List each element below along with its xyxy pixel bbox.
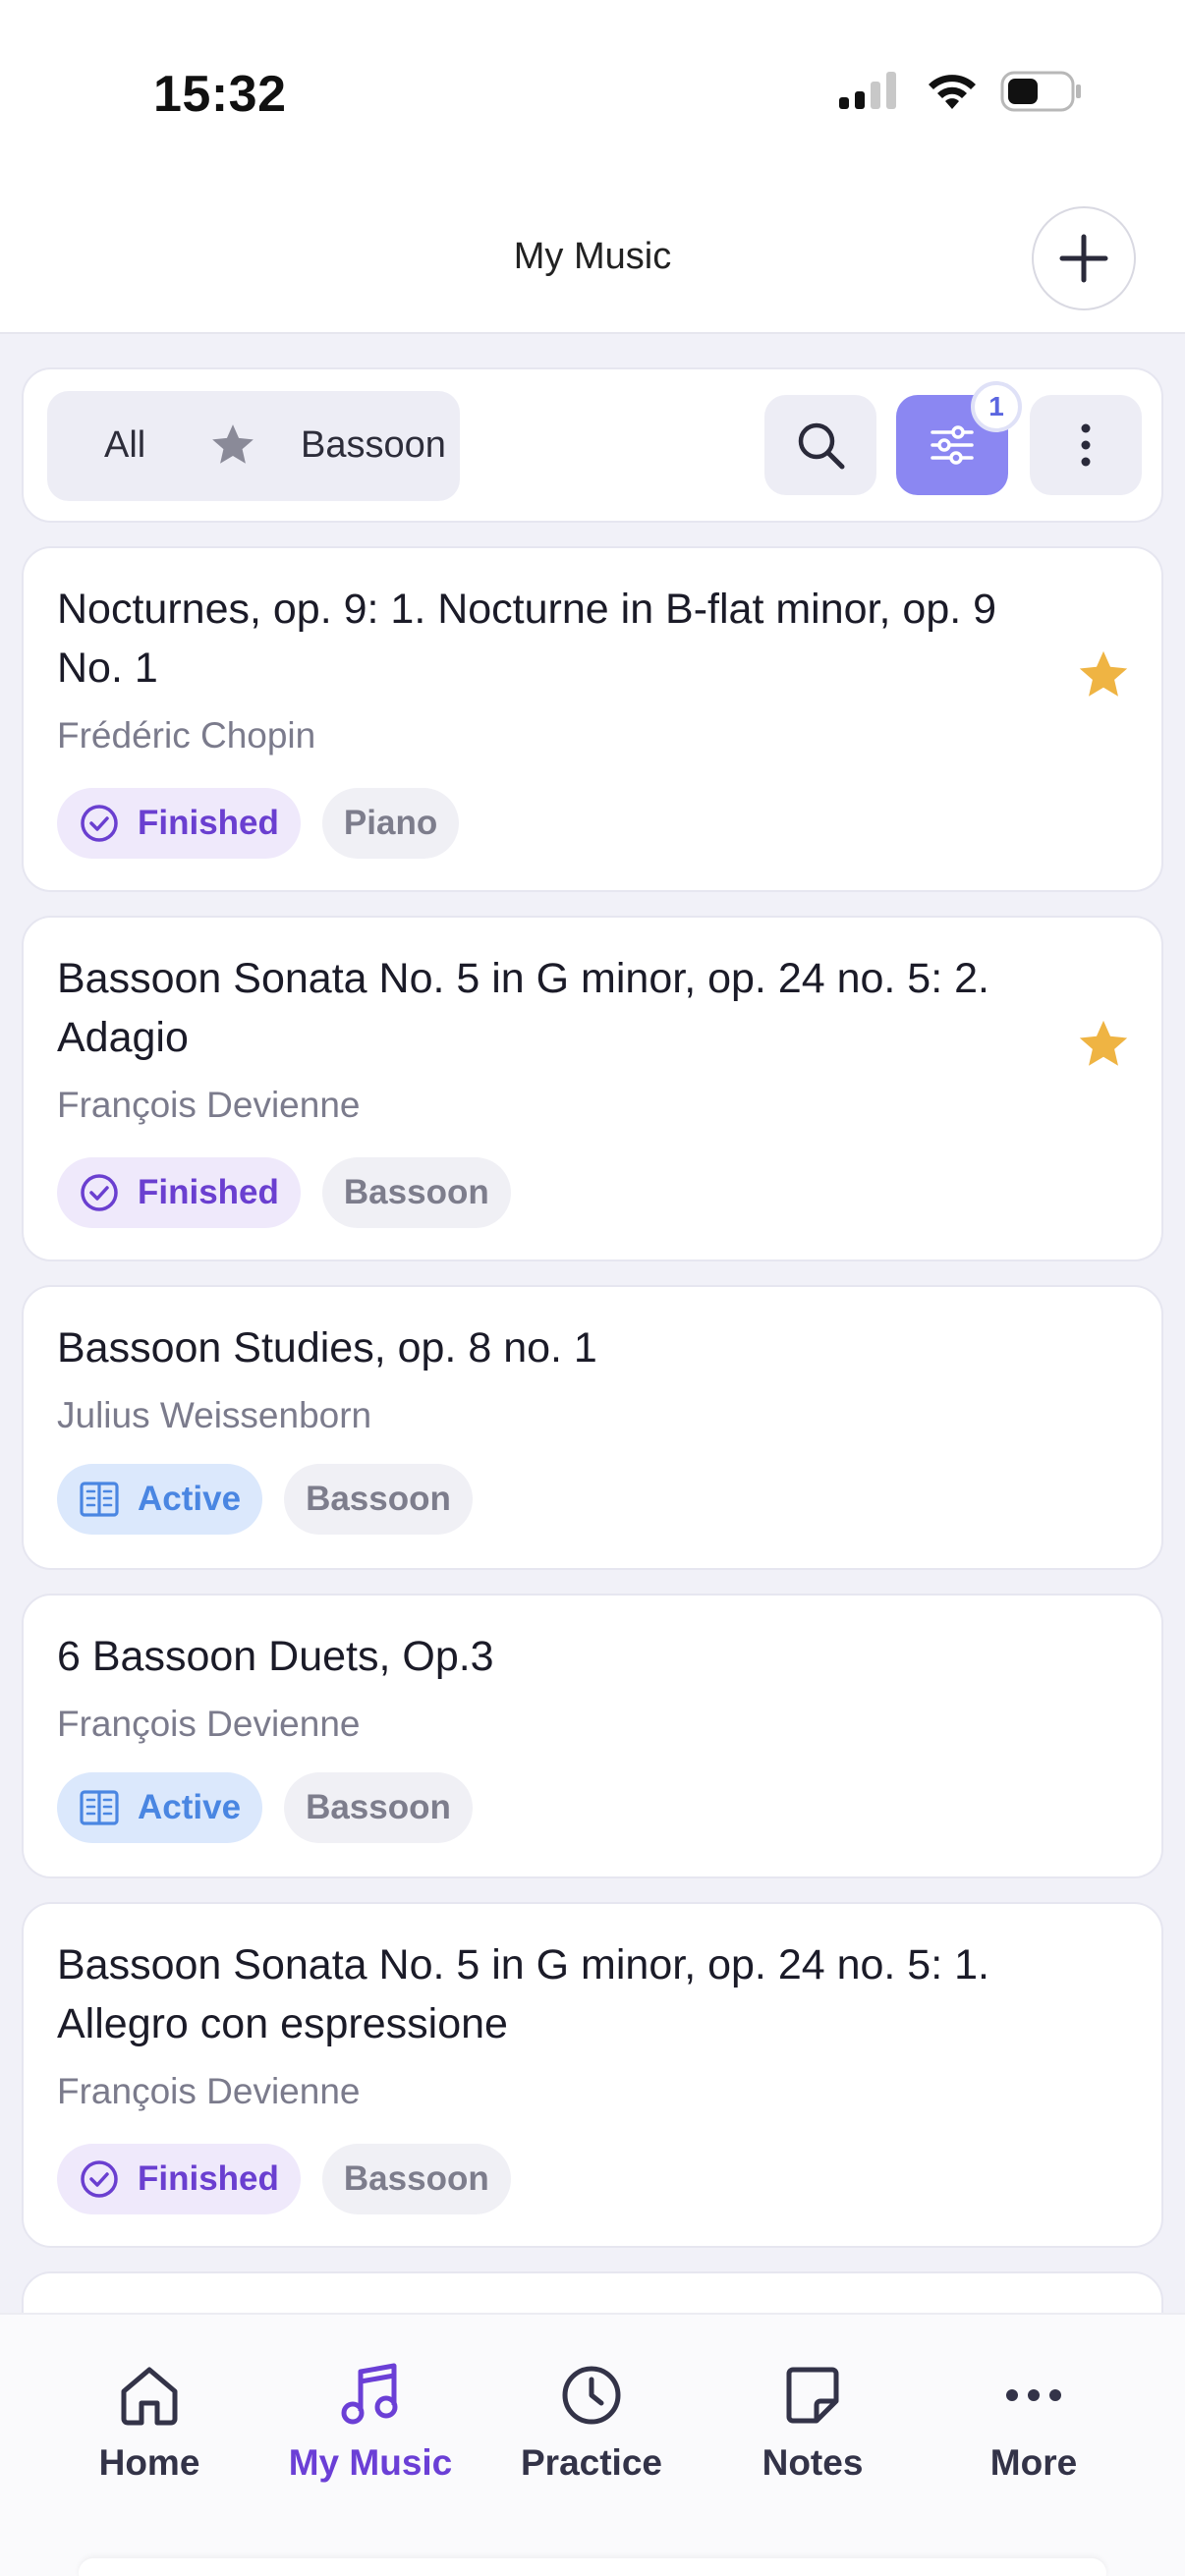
- check-circle-icon: [81, 1174, 118, 1211]
- composer-name: François Devienne: [57, 1085, 361, 1125]
- composer-name: Julius Weissenborn: [57, 1395, 372, 1435]
- status-label: Active: [138, 1788, 242, 1826]
- search-icon: [798, 422, 845, 470]
- music-note-icon: [341, 2363, 398, 2425]
- status-bar: 15:32: [0, 0, 1185, 187]
- tab-home[interactable]: Home: [51, 2362, 248, 2484]
- home-indicator: [79, 2558, 1106, 2576]
- instrument-badge: Bassoon: [321, 1157, 511, 1228]
- battery-icon: [1000, 71, 1081, 112]
- status-label: Finished: [138, 804, 279, 842]
- sliders-icon: [931, 425, 974, 465]
- tab-label: My Music: [288, 2442, 453, 2483]
- vertical-ellipsis-icon: [1081, 423, 1091, 467]
- app-header: My Music: [0, 187, 1185, 334]
- home-icon: [121, 2367, 178, 2426]
- clock-icon: [562, 2366, 621, 2425]
- star-icon: [212, 424, 254, 464]
- music-card[interactable]: Bassoon Sonata No. 5 in G minor, op. 24 …: [22, 1902, 1163, 2248]
- card-tags: Active Bassoon: [57, 1464, 473, 1535]
- status-label: Finished: [138, 1173, 279, 1211]
- status-badge: Finished: [57, 788, 301, 859]
- status-badge: Finished: [57, 2144, 301, 2214]
- filter-toolbar: All Bassoon 1: [22, 367, 1163, 523]
- instrument-badge: Bassoon: [284, 1772, 473, 1843]
- plus-icon: [1059, 234, 1108, 283]
- card-tags: Finished Bassoon: [57, 1157, 511, 1228]
- open-book-icon: [80, 1482, 119, 1517]
- status-badge: Active: [57, 1464, 263, 1535]
- more-options-button[interactable]: [1030, 395, 1142, 495]
- tab-more[interactable]: More: [935, 2362, 1132, 2484]
- music-card[interactable]: 6 Bassoon Duets, Op.3 François Devienne …: [22, 1594, 1163, 1878]
- note-icon: [786, 2367, 839, 2424]
- status-time: 15:32: [153, 66, 287, 123]
- instrument-badge: Piano: [321, 788, 460, 859]
- music-card[interactable]: Bassoon Sonata No. 5 in G minor, op. 24 …: [22, 916, 1163, 1261]
- status-label: Active: [138, 1480, 242, 1518]
- composer-name: François Devienne: [57, 1704, 361, 1744]
- add-piece-button[interactable]: [1032, 206, 1136, 310]
- segmented-filter: All Bassoon: [47, 391, 460, 501]
- status-badge: Finished: [57, 1157, 301, 1228]
- instrument-badge: Bassoon: [284, 1464, 473, 1535]
- status-badge: Active: [57, 1772, 263, 1843]
- cellular-signal-icon: [839, 72, 896, 109]
- card-tags: Finished Bassoon: [57, 2144, 511, 2214]
- piece-title: Bassoon Sonata No. 5 in G minor, op. 24 …: [57, 955, 989, 1061]
- check-circle-icon: [81, 805, 118, 842]
- ellipsis-icon: [1006, 2389, 1061, 2401]
- tab-label: Practice: [521, 2442, 662, 2483]
- card-tags: Active Bassoon: [57, 1772, 473, 1843]
- tab-label: Notes: [762, 2442, 864, 2483]
- status-label: Finished: [138, 2159, 279, 2198]
- piece-title: Nocturnes, op. 9: 1. Nocturne in B-flat …: [57, 586, 997, 692]
- composer-name: François Devienne: [57, 2071, 361, 2111]
- open-book-icon: [80, 1790, 119, 1825]
- piece-title: Bassoon Studies, op. 8 no. 1: [57, 1324, 597, 1372]
- tab-my-music[interactable]: My Music: [272, 2362, 469, 2484]
- page-title: My Music: [513, 236, 672, 277]
- composer-name: Frédéric Chopin: [57, 715, 316, 756]
- tab-bar: Home My Music Practice Notes More: [0, 2313, 1185, 2576]
- segment-all[interactable]: All: [104, 424, 145, 467]
- music-card[interactable]: Bassoon Studies, op. 8 no. 1 Julius Weis…: [22, 1285, 1163, 1570]
- card-tags: Finished Piano: [57, 788, 460, 859]
- instrument-badge: Bassoon: [321, 2144, 511, 2214]
- status-icons: [839, 71, 1083, 112]
- wifi-icon: [929, 75, 976, 109]
- music-card[interactable]: Nocturnes, op. 9: 1. Nocturne in B-flat …: [22, 546, 1163, 892]
- favorite-star-icon[interactable]: [1075, 646, 1132, 703]
- segment-bassoon[interactable]: Bassoon: [301, 424, 446, 467]
- tab-practice[interactable]: Practice: [493, 2362, 690, 2484]
- piece-title: Bassoon Sonata No. 5 in G minor, op. 24 …: [57, 1941, 989, 2047]
- favorite-star-icon[interactable]: [1075, 1016, 1132, 1073]
- search-button[interactable]: [764, 395, 876, 495]
- tab-label: More: [989, 2442, 1078, 2483]
- tab-notes[interactable]: Notes: [714, 2362, 911, 2484]
- check-circle-icon: [81, 2160, 118, 2198]
- piece-title: 6 Bassoon Duets, Op.3: [57, 1633, 494, 1680]
- filter-count-badge: 1: [971, 381, 1022, 432]
- tab-label: Home: [98, 2442, 200, 2483]
